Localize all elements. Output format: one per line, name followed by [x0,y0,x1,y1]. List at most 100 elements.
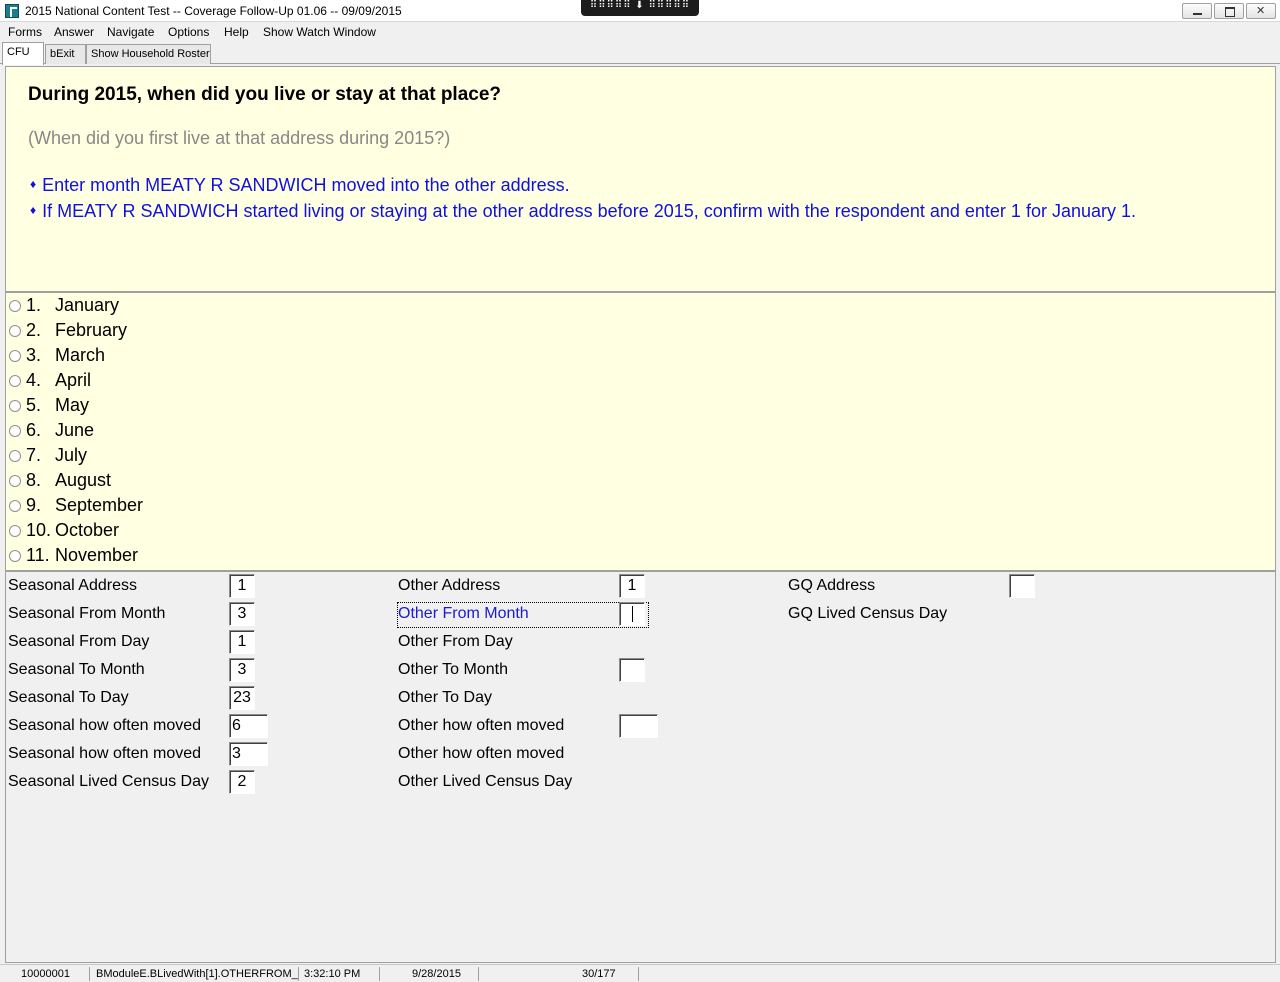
option-label: February [55,320,128,340]
grip-handle[interactable]: ⠿⠿⠿⠿⠿ ⬇ ⠿⠿⠿⠿⠿ [581,0,699,16]
minimize-button[interactable] [1182,3,1212,19]
tab-show-household-roster[interactable]: Show Household Roster [86,44,211,64]
maximize-button[interactable] [1214,3,1244,19]
window-edge [1276,66,1280,963]
option-label: May [55,395,90,415]
seasonal-to-month-field[interactable]: 3 [229,658,255,682]
radio-button[interactable] [9,425,21,437]
status-divider [638,967,639,981]
radio-button[interactable] [9,400,21,412]
option-number: 4. [26,370,42,390]
seasonal-from-day-field[interactable]: 1 [229,630,255,654]
status-field-path: BModuleE.BLivedWith[1].OTHERFROM_M [96,968,298,980]
option-number: 2. [26,320,42,340]
other-address-field[interactable]: 1 [619,574,645,598]
question-panel: During 2015, when did you live or stay a… [5,66,1276,292]
seasonal-how-often-moved-field[interactable]: 3 [229,742,268,766]
field-info-panel: Seasonal Address 1 Seasonal From Month 3… [5,571,1276,963]
other-from-month-label: Other From Month [397,602,649,628]
instruction-text: If MEATY R SANDWICH started living or st… [42,201,1136,221]
tab-cfu[interactable]: CFU [2,42,44,65]
other-from-day-label: Other From Day [398,633,513,650]
diamond-bullet-icon: ♦ [30,177,37,191]
interviewer-instruction: ♦ If MEATY R SANDWICH started living or s… [30,201,1136,222]
radio-button[interactable] [9,450,21,462]
radio-button[interactable] [9,325,21,337]
seasonal-lived-census-day-field[interactable]: 2 [229,770,255,794]
seasonal-how-often-moved-field[interactable]: 6 [229,714,268,738]
radio-button[interactable] [9,550,21,562]
option-number: 3. [26,345,42,365]
menu-help[interactable]: Help [224,25,249,39]
seasonal-to-day-field[interactable]: 23 [229,686,255,710]
status-time: 3:32:10 PM [304,968,361,980]
option-number: 8. [26,470,42,490]
option-label: July [55,445,88,465]
tab-strip: CFU bExit Show Household Roster [0,42,1280,65]
option-label: January [55,295,120,315]
tab-bexit[interactable]: bExit [45,44,86,64]
seasonal-to-month-label: Seasonal To Month [8,661,145,678]
other-address-label: Other Address [398,577,501,594]
question-text: During 2015, when did you live or stay a… [28,84,502,105]
diamond-bullet-icon: ♦ [30,203,37,217]
option-label: September [55,495,144,515]
status-bar: 10000001 BModuleE.BLivedWith[1].OTHERFRO… [0,964,1280,982]
option-label: June [55,420,95,440]
menu-forms[interactable]: Forms [8,25,42,39]
seasonal-how-often-moved-label: Seasonal how often moved [8,717,202,734]
other-lived-census-day-label: Other Lived Census Day [398,773,573,790]
application-window: 2015 National Content Test -- Coverage F… [0,0,1280,982]
option-number: 1. [26,295,42,315]
option-label: April [55,370,92,390]
title-bar: 2015 National Content Test -- Coverage F… [0,0,1280,22]
radio-button[interactable] [9,525,21,537]
menu-answer[interactable]: Answer [54,25,94,39]
radio-button[interactable] [9,300,21,312]
option-number: 5. [26,395,42,415]
radio-button[interactable] [9,375,21,387]
option-label: November [55,545,139,565]
menu-show-watch-window[interactable]: Show Watch Window [263,25,376,39]
other-to-month-field[interactable] [619,658,645,682]
menu-bar: Forms Answer Navigate Options Help Show … [0,22,1280,42]
gq-address-label: GQ Address [788,577,876,594]
close-button[interactable] [1246,3,1276,19]
other-to-month-label: Other To Month [398,661,508,678]
status-page-counter: 30/177 [582,968,616,980]
menu-options[interactable]: Options [168,25,209,39]
question-subtext: (When did you first live at that address… [28,128,451,148]
option-number: 9. [26,495,42,515]
window-title: 2015 National Content Test -- Coverage F… [25,4,402,18]
seasonal-to-day-label: Seasonal To Day [8,689,129,706]
other-how-often-moved-label: Other how often moved [398,717,565,734]
option-number: 11. [26,545,50,565]
instruction-text: Enter month MEATY R SANDWICH moved into … [42,175,570,195]
status-date: 9/28/2015 [412,968,461,980]
other-from-month-field[interactable] [619,602,645,626]
seasonal-how-often-moved-label: Seasonal how often moved [8,745,202,762]
radio-button[interactable] [9,475,21,487]
status-divider [379,967,380,981]
seasonal-address-field[interactable]: 1 [229,574,255,598]
option-label: March [55,345,106,365]
option-label: October [55,520,120,540]
seasonal-address-label: Seasonal Address [8,577,137,594]
seasonal-lived-census-day-label: Seasonal Lived Census Day [8,773,209,790]
other-to-day-label: Other To Day [398,689,492,706]
status-divider [298,967,299,981]
gq-lived-census-day-label: GQ Lived Census Day [788,605,948,622]
option-label: August [55,470,112,490]
gq-address-field[interactable] [1009,574,1035,598]
seasonal-from-month-field[interactable]: 3 [229,602,255,626]
menu-navigate[interactable]: Navigate [107,25,154,39]
other-how-often-moved-field[interactable] [619,714,658,738]
seasonal-from-day-label: Seasonal From Day [8,633,150,650]
radio-button[interactable] [9,350,21,362]
app-icon [5,4,19,18]
radio-button[interactable] [9,500,21,512]
option-number: 6. [26,420,42,440]
other-how-often-moved-label: Other how often moved [398,745,565,762]
option-number: 10. [26,520,52,540]
interviewer-instruction: ♦ Enter month MEATY R SANDWICH moved into… [30,175,570,196]
